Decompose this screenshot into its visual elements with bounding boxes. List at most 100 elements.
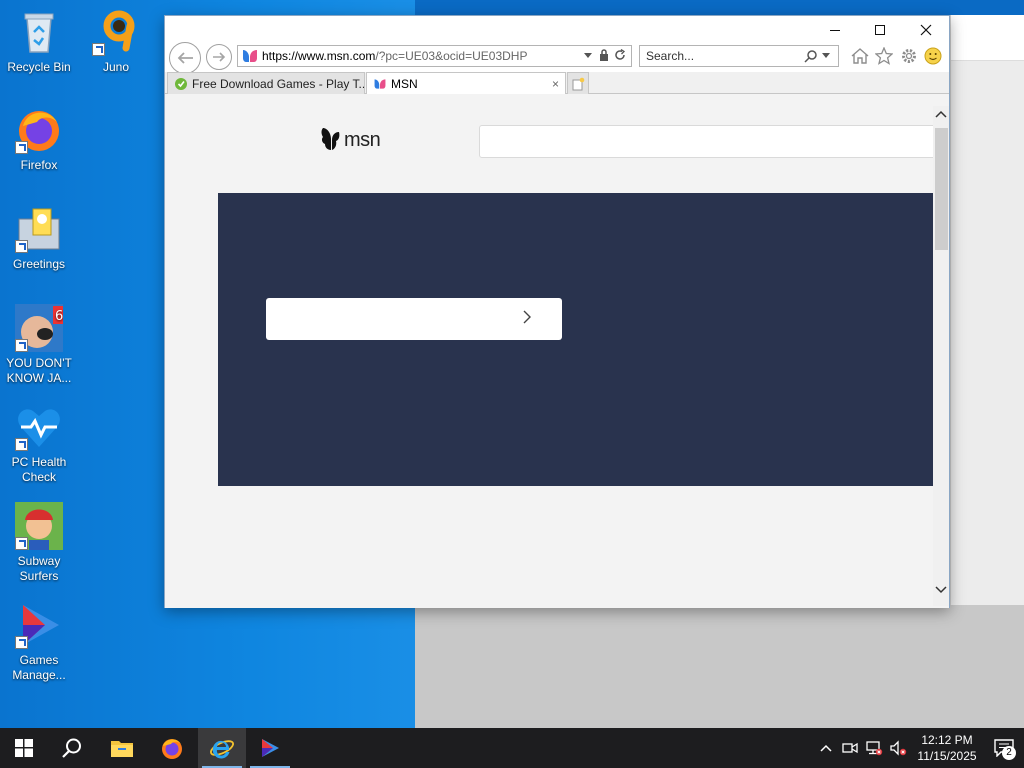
url-host: https://www.msn.com bbox=[262, 49, 376, 63]
scroll-down-button[interactable] bbox=[933, 582, 949, 598]
shortcut-arrow-icon bbox=[15, 537, 28, 550]
desktop-icon-juno[interactable]: Juno bbox=[78, 8, 154, 75]
close-tab-icon[interactable]: × bbox=[552, 77, 559, 91]
forward-button[interactable] bbox=[206, 44, 232, 70]
back-button[interactable] bbox=[169, 42, 201, 74]
shortcut-arrow-icon bbox=[15, 141, 28, 154]
clock[interactable]: 12:12 PM 11/15/2025 bbox=[910, 732, 984, 764]
shortcut-arrow-icon bbox=[15, 339, 28, 352]
shortcut-arrow-icon bbox=[15, 636, 28, 649]
address-dropdown-button[interactable] bbox=[580, 50, 596, 62]
desktop-icon-greetings[interactable]: Greetings bbox=[1, 205, 77, 272]
desktop-icon-label: Juno bbox=[102, 60, 130, 74]
juno-icon bbox=[92, 8, 140, 56]
new-tab-button[interactable] bbox=[567, 72, 589, 94]
desktop-icon-label: Firefox bbox=[20, 158, 58, 172]
network-disconnected-icon bbox=[866, 741, 883, 756]
tools-button[interactable] bbox=[899, 46, 919, 66]
security-lock-button[interactable] bbox=[596, 48, 612, 64]
minimize-icon bbox=[830, 30, 840, 31]
navigation-bar: https://www.msn.com/?pc=UE03&ocid=UE03DH… bbox=[165, 40, 949, 74]
start-button[interactable] bbox=[0, 728, 48, 768]
notification-count-badge: 2 bbox=[1002, 746, 1016, 760]
new-tab-icon bbox=[572, 77, 585, 90]
background-window[interactable] bbox=[950, 15, 1024, 605]
forward-arrow-icon bbox=[213, 52, 226, 62]
subway-surfers-icon bbox=[15, 502, 63, 550]
search-icon bbox=[62, 738, 81, 758]
taskbar-file-explorer[interactable] bbox=[98, 728, 146, 768]
chevron-right-icon bbox=[523, 310, 531, 324]
taskbar-search-button[interactable] bbox=[48, 728, 96, 768]
lock-icon bbox=[600, 48, 608, 61]
show-hidden-icons-button[interactable] bbox=[814, 728, 838, 768]
network-button[interactable] bbox=[862, 728, 886, 768]
volume-button[interactable] bbox=[886, 728, 910, 768]
background-window-area bbox=[415, 605, 1024, 728]
background-window-bar bbox=[951, 45, 1024, 61]
svg-text:6: 6 bbox=[55, 309, 63, 324]
windows-logo-icon bbox=[15, 739, 33, 757]
browser-window[interactable]: https://www.msn.com/?pc=UE03&ocid=UE03DH… bbox=[164, 15, 950, 608]
pc-health-check-icon bbox=[15, 403, 63, 451]
address-bar[interactable]: https://www.msn.com/?pc=UE03&ocid=UE03DH… bbox=[237, 45, 632, 67]
browser-search-input[interactable] bbox=[646, 49, 804, 63]
url-path: /?pc=UE03&ocid=UE03DHP bbox=[375, 49, 528, 63]
maximize-icon bbox=[875, 25, 885, 35]
page-content: msn bbox=[165, 94, 949, 608]
smiley-icon bbox=[924, 47, 942, 65]
refresh-button[interactable] bbox=[612, 48, 628, 64]
desktop-icon-label: Games Manage... bbox=[12, 653, 66, 682]
shortcut-arrow-icon bbox=[15, 438, 28, 451]
desktop-icon-subway-surfers[interactable]: Subway Surfers bbox=[1, 502, 77, 584]
you-dont-know-jack-icon: 6 bbox=[15, 304, 63, 352]
msn-search-input[interactable] bbox=[479, 125, 939, 158]
meet-now-button[interactable] bbox=[838, 728, 862, 768]
desktop-icon-pc-health-check[interactable]: PC Health Check bbox=[1, 403, 77, 485]
desktop-icon-you-dont-know-jack[interactable]: 6 YOU DON'T KNOW JA... bbox=[1, 304, 77, 386]
taskbar-internet-explorer[interactable] bbox=[198, 728, 246, 768]
desktop-icon-firefox[interactable]: Firefox bbox=[1, 106, 77, 173]
tab-msn[interactable]: MSN × bbox=[366, 72, 566, 95]
msn-favicon-icon bbox=[243, 50, 257, 62]
games-manager-icon bbox=[262, 739, 279, 757]
search-icon[interactable] bbox=[804, 49, 818, 63]
msn-favicon-icon bbox=[374, 79, 386, 89]
hero-input-button[interactable] bbox=[266, 298, 562, 340]
taskbar-firefox[interactable] bbox=[148, 728, 196, 768]
internet-explorer-icon bbox=[210, 740, 234, 759]
action-center-button[interactable]: 2 bbox=[984, 728, 1024, 768]
home-button[interactable] bbox=[850, 46, 870, 66]
refresh-icon bbox=[615, 48, 626, 60]
system-tray: 12:12 PM 11/15/2025 2 bbox=[814, 728, 1024, 768]
url-text: https://www.msn.com/?pc=UE03&ocid=UE03DH… bbox=[262, 49, 580, 63]
scroll-thumb[interactable] bbox=[935, 128, 948, 250]
desktop-icon-label: Subway Surfers bbox=[17, 554, 61, 583]
msn-logo[interactable]: msn bbox=[320, 126, 381, 154]
home-icon bbox=[851, 48, 869, 64]
camera-icon bbox=[842, 742, 858, 754]
msn-butterfly-icon bbox=[321, 128, 340, 150]
clock-time: 12:12 PM bbox=[921, 733, 973, 747]
star-icon bbox=[875, 47, 893, 65]
chevron-down-icon[interactable] bbox=[822, 53, 830, 59]
feedback-button[interactable] bbox=[923, 46, 943, 66]
desktop-icon-recycle-bin[interactable]: Recycle Bin bbox=[1, 8, 77, 75]
chevron-up-icon bbox=[935, 110, 947, 118]
taskbar-games-manager[interactable] bbox=[246, 728, 294, 768]
desktop-icon-label: PC Health Check bbox=[11, 455, 67, 484]
tab-label: Free Download Games - Play T... bbox=[192, 76, 365, 91]
vertical-scrollbar[interactable] bbox=[933, 106, 949, 606]
hero-banner bbox=[218, 193, 933, 486]
favorites-button[interactable] bbox=[874, 46, 894, 66]
browser-search-box[interactable] bbox=[639, 45, 839, 67]
desktop-icon-label: YOU DON'T KNOW JA... bbox=[6, 356, 72, 385]
tab-free-download-games[interactable]: Free Download Games - Play T... bbox=[167, 72, 365, 94]
chevron-up-icon bbox=[820, 744, 832, 752]
desktop-icon-games-manager[interactable]: Games Manage... bbox=[1, 601, 77, 683]
shortcut-arrow-icon bbox=[92, 43, 105, 56]
scroll-up-button[interactable] bbox=[933, 106, 949, 122]
tab-label: MSN bbox=[391, 77, 418, 91]
gear-icon bbox=[902, 49, 916, 63]
recycle-bin-icon bbox=[15, 8, 63, 56]
